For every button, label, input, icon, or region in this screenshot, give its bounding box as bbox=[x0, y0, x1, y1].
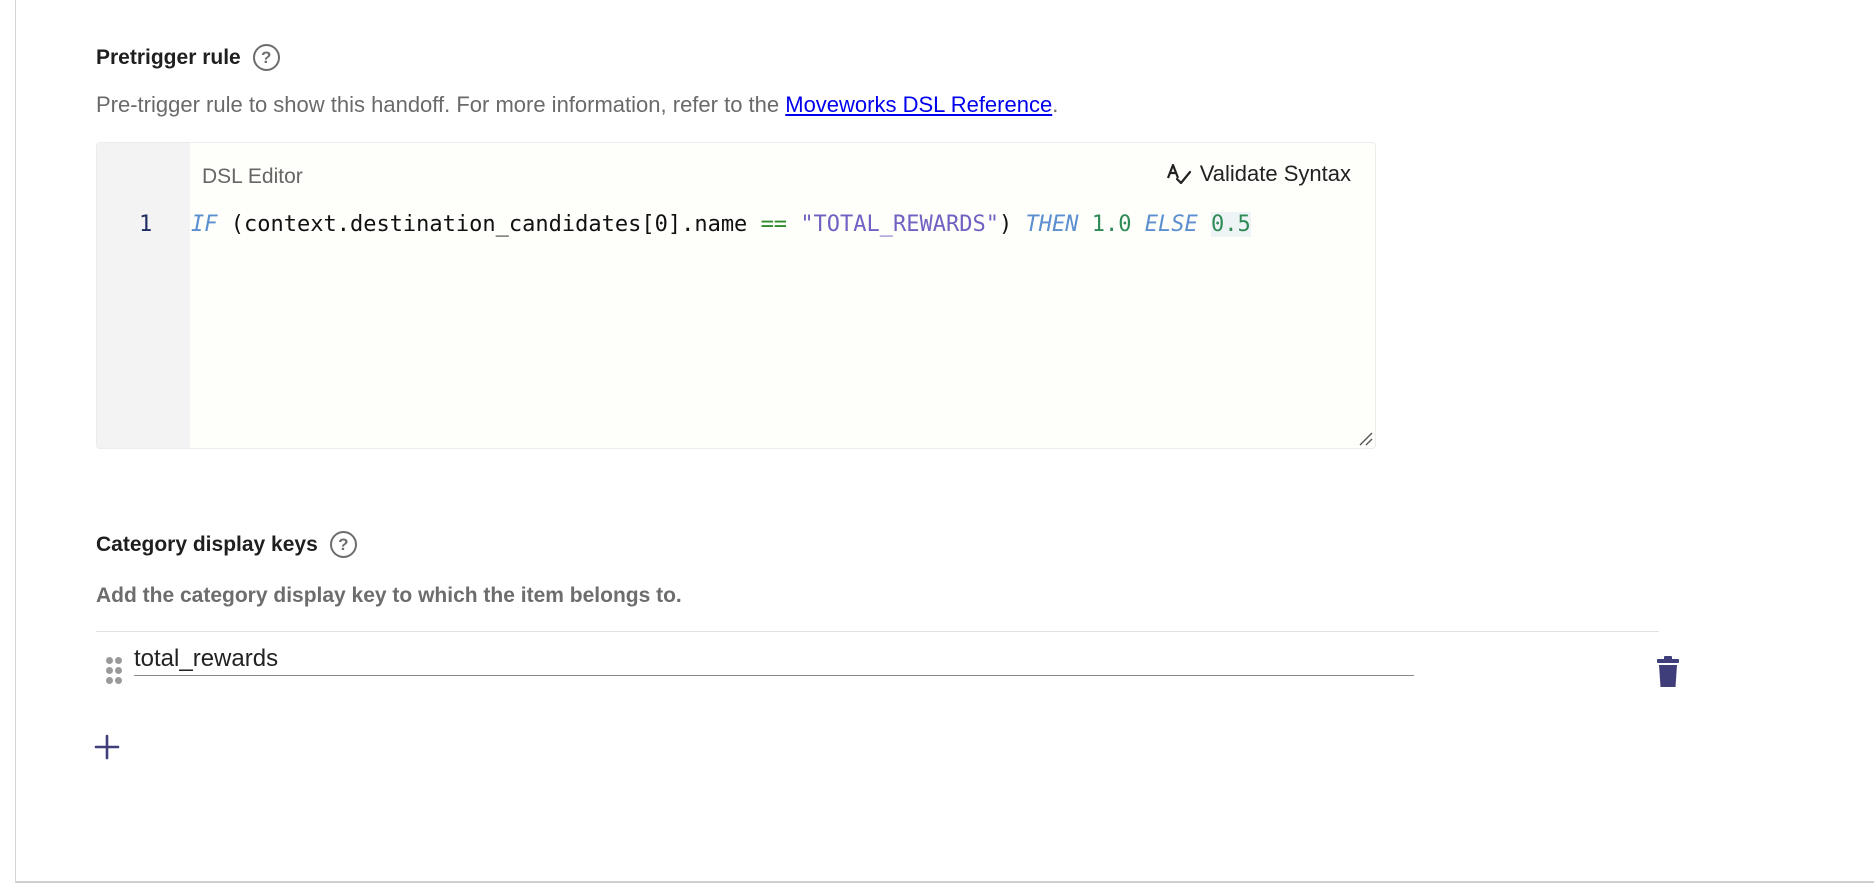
dsl-reference-link[interactable]: Moveworks DSL Reference bbox=[785, 92, 1052, 117]
category-title: Category display keys bbox=[96, 532, 318, 556]
code-close-paren: ) bbox=[999, 212, 1026, 237]
code-keyword-if: IF bbox=[191, 212, 218, 237]
resize-handle-icon[interactable] bbox=[1357, 430, 1373, 446]
dsl-editor[interactable]: 1 DSL Editor Validate Syntax IF (context… bbox=[96, 142, 1376, 449]
plus-icon[interactable] bbox=[94, 734, 120, 760]
category-description: Add the category display key to which th… bbox=[96, 584, 682, 607]
pretrigger-title: Pretrigger rule bbox=[96, 45, 241, 69]
code-operator: == bbox=[760, 212, 788, 237]
trash-icon[interactable] bbox=[1656, 656, 1680, 688]
validate-syntax-button[interactable]: Validate Syntax bbox=[1166, 161, 1351, 187]
pretrigger-description: Pre-trigger rule to show this handoff. F… bbox=[96, 92, 1058, 118]
drag-handle-icon[interactable] bbox=[106, 657, 122, 685]
code-string: "TOTAL_REWARDS" bbox=[800, 212, 999, 237]
category-section-title: Category display keys ? bbox=[96, 531, 357, 558]
code-keyword-then: THEN bbox=[1025, 212, 1079, 237]
code-keyword-else: ELSE bbox=[1144, 212, 1198, 237]
pretrigger-description-text: Pre-trigger rule to show this handoff. F… bbox=[96, 92, 786, 117]
line-number-gutter bbox=[97, 143, 190, 448]
dsl-editor-label: DSL Editor bbox=[202, 165, 303, 188]
help-icon[interactable]: ? bbox=[252, 44, 280, 71]
category-key-input[interactable] bbox=[134, 642, 1414, 676]
pretrigger-section-title: Pretrigger rule ? bbox=[96, 44, 280, 71]
help-icon[interactable]: ? bbox=[329, 531, 357, 558]
pretrigger-description-suffix: . bbox=[1052, 92, 1059, 117]
spellcheck-icon bbox=[1166, 163, 1191, 185]
code-number-then: 1.0 bbox=[1091, 212, 1132, 237]
validate-syntax-label: Validate Syntax bbox=[1199, 161, 1351, 186]
line-number: 1 bbox=[139, 212, 153, 237]
code-number-else: 0.5 bbox=[1210, 212, 1251, 237]
code-expression: (context.destination_candidates[0].name bbox=[217, 212, 761, 237]
code-line[interactable]: IF (context.destination_candidates[0].na… bbox=[191, 212, 1251, 237]
list-item bbox=[96, 631, 1679, 696]
